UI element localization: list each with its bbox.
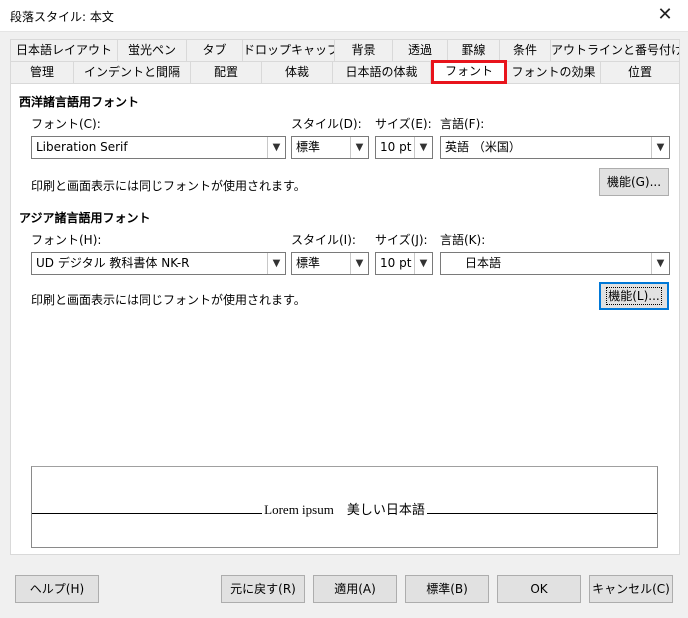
chevron-down-icon[interactable]: ▼ [651, 137, 669, 158]
asian-lang-value: 日本語 [465, 256, 502, 270]
asian-heading: アジア諸言語用フォント [19, 211, 151, 225]
chevron-down-icon[interactable]: ▼ [414, 137, 432, 158]
tab-highlighting[interactable]: 蛍光ペン [118, 39, 187, 61]
chevron-down-icon[interactable]: ▼ [350, 253, 368, 274]
western-font-label: フォント(C): [31, 117, 101, 131]
western-size-combo[interactable]: 10 pt ▼ [375, 136, 433, 159]
tab-outline-numbering[interactable]: アウトラインと番号付け [551, 39, 680, 61]
tab-asian-layout[interactable]: 日本語レイアウト [10, 39, 118, 61]
font-preview: Lorem ipsum 美しい日本語 [31, 466, 658, 548]
asian-size-label: サイズ(J): [375, 233, 428, 247]
window-title: 段落スタイル: 本文 [10, 10, 114, 24]
close-icon[interactable]: ✕ [642, 0, 688, 32]
asian-style-value: 標準 [296, 256, 321, 270]
asian-font-combo[interactable]: UD デジタル 教科書体 NK-R ▼ [31, 252, 286, 275]
tab-borders[interactable]: 罫線 [448, 39, 500, 61]
font-tab-panel: 西洋諸言語用フォント フォント(C): スタイル(D): サイズ(E): 言語(… [10, 83, 680, 555]
asian-font-value: UD デジタル 教科書体 NK-R [36, 256, 190, 270]
apply-button[interactable]: 適用(A) [313, 575, 397, 603]
help-button[interactable]: ヘルプ(H) [15, 575, 99, 603]
western-style-combo[interactable]: 標準 ▼ [291, 136, 369, 159]
western-size-label: サイズ(E): [375, 117, 432, 131]
western-style-label: スタイル(D): [291, 117, 362, 131]
tab-drop-caps[interactable]: ドロップキャップ [243, 39, 335, 61]
asian-note: 印刷と画面表示には同じフォントが使用されます。 [31, 293, 306, 307]
ok-button[interactable]: OK [497, 575, 581, 603]
asian-lang-label: 言語(K): [440, 233, 486, 247]
chevron-down-icon[interactable]: ▼ [651, 253, 669, 274]
asian-lang-combo[interactable]: 日本語 ▼ [440, 252, 670, 275]
tab-position[interactable]: 位置 [601, 61, 680, 83]
tab-asian-typography[interactable]: 日本語の体裁 [333, 61, 431, 83]
tab-row-back: 日本語レイアウト 蛍光ペン タブ ドロップキャップ 背景 透過 罫線 条件 アウ… [10, 39, 680, 61]
western-features-button[interactable]: 機能(G)... [599, 168, 669, 196]
asian-style-label: スタイル(I): [291, 233, 356, 247]
western-style-value: 標準 [296, 140, 321, 154]
tab-alignment[interactable]: 配置 [191, 61, 262, 83]
asian-features-label: 機能(L)... [606, 287, 662, 305]
asian-size-combo[interactable]: 10 pt ▼ [375, 252, 433, 275]
western-heading: 西洋諸言語用フォント [19, 95, 140, 109]
asian-font-label: フォント(H): [31, 233, 102, 247]
tab-row-front: 管理 インデントと間隔 配置 体裁 日本語の体裁 フォント フォントの効果 位置 [10, 60, 680, 84]
chevron-down-icon[interactable]: ▼ [267, 253, 285, 274]
tab-background[interactable]: 背景 [335, 39, 393, 61]
reset-button[interactable]: 元に戻す(R) [221, 575, 305, 603]
chevron-down-icon[interactable]: ▼ [267, 137, 285, 158]
tab-condition[interactable]: 条件 [500, 39, 551, 61]
tab-organizer[interactable]: 管理 [10, 61, 74, 83]
tab-text-flow[interactable]: 体裁 [262, 61, 333, 83]
western-note: 印刷と画面表示には同じフォントが使用されます。 [31, 179, 306, 193]
cancel-button[interactable]: キャンセル(C) [589, 575, 673, 603]
western-size-value: 10 pt [380, 140, 412, 154]
western-lang-label: 言語(F): [440, 117, 485, 131]
western-lang-value: 英語 （米国） [445, 140, 521, 154]
tab-font[interactable]: フォント [431, 60, 507, 84]
asian-features-button[interactable]: 機能(L)... [599, 282, 669, 310]
standard-button[interactable]: 標準(B) [405, 575, 489, 603]
chevron-down-icon[interactable]: ▼ [350, 137, 368, 158]
asian-style-combo[interactable]: 標準 ▼ [291, 252, 369, 275]
western-font-value: Liberation Serif [36, 140, 128, 154]
tab-font-effects[interactable]: フォントの効果 [507, 61, 601, 83]
tab-tabs[interactable]: タブ [187, 39, 243, 61]
tab-indents-spacing[interactable]: インデントと間隔 [74, 61, 191, 83]
asian-size-value: 10 pt [380, 256, 412, 270]
preview-text: Lorem ipsum 美しい日本語 [262, 502, 427, 517]
western-lang-combo[interactable]: 英語 （米国） ▼ [440, 136, 670, 159]
western-font-combo[interactable]: Liberation Serif ▼ [31, 136, 286, 159]
tab-transparency[interactable]: 透過 [393, 39, 448, 61]
title-bar: 段落スタイル: 本文 ✕ [0, 0, 688, 32]
chevron-down-icon[interactable]: ▼ [414, 253, 432, 274]
